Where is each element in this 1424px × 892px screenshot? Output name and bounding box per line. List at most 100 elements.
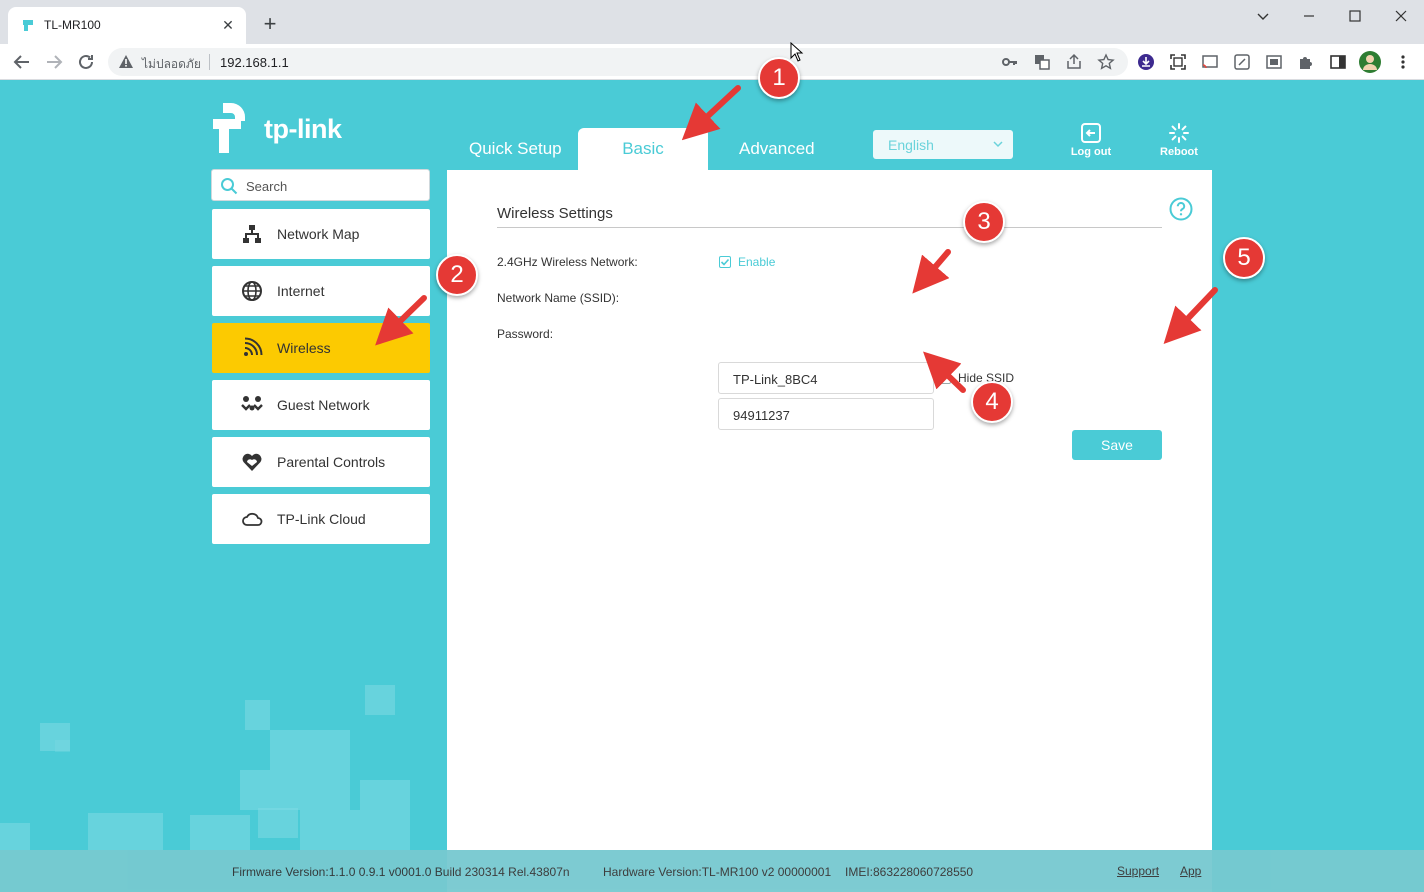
app-link[interactable]: App bbox=[1180, 864, 1201, 878]
reload-icon[interactable] bbox=[74, 50, 98, 74]
sidebar-item-wireless[interactable]: Wireless bbox=[212, 323, 430, 373]
globe-icon bbox=[242, 281, 262, 301]
more-menu-icon[interactable] bbox=[1394, 53, 1412, 71]
close-window-icon[interactable] bbox=[1390, 6, 1412, 26]
logout-icon bbox=[1081, 123, 1101, 143]
footer: Firmware Version:1.1.0 0.9.1 v0001.0 Bui… bbox=[0, 850, 1424, 892]
logout-button[interactable]: Log out bbox=[1061, 122, 1121, 162]
ssid-label: Network Name (SSID): bbox=[497, 291, 620, 305]
password-label: Password: bbox=[497, 327, 554, 341]
sidebar-item-tp-link-cloud[interactable]: TP-Link Cloud bbox=[212, 494, 430, 544]
sidebar-item-guest-network[interactable]: Guest Network bbox=[212, 380, 430, 430]
band-label: 2.4GHz Wireless Network: bbox=[497, 255, 638, 269]
capture-extension-icon[interactable] bbox=[1265, 53, 1283, 71]
search-box bbox=[211, 169, 430, 201]
divider bbox=[209, 54, 210, 70]
back-icon[interactable] bbox=[10, 50, 34, 74]
password-input[interactable] bbox=[733, 406, 923, 424]
maximize-icon[interactable] bbox=[1344, 6, 1366, 26]
reboot-label: Reboot bbox=[1160, 146, 1198, 158]
decor-square bbox=[300, 810, 360, 850]
decor-square bbox=[55, 740, 70, 752]
network-map-icon bbox=[243, 225, 261, 243]
annotation-badge-3: 3 bbox=[963, 201, 1005, 243]
new-tab-button[interactable]: + bbox=[258, 13, 282, 37]
enable-checkbox[interactable] bbox=[719, 256, 731, 268]
side-panel-icon[interactable] bbox=[1329, 53, 1347, 71]
bookmark-star-icon[interactable] bbox=[1097, 53, 1115, 71]
key-icon[interactable] bbox=[1001, 53, 1019, 71]
cast-icon[interactable] bbox=[1201, 53, 1219, 71]
decor-square bbox=[258, 808, 298, 838]
download-extension-icon[interactable] bbox=[1137, 53, 1155, 71]
address-bar[interactable]: ไม่ปลอดภัย 192.168.1.1 bbox=[108, 48, 1128, 76]
forward-icon[interactable] bbox=[42, 50, 66, 74]
tab-basic[interactable]: Basic bbox=[578, 128, 708, 170]
browser-tab[interactable]: TL-MR100 ✕ bbox=[8, 7, 246, 44]
language-value: English bbox=[888, 137, 934, 153]
translate-icon[interactable] bbox=[1033, 53, 1051, 71]
tab-basic-label: Basic bbox=[622, 139, 664, 158]
reboot-icon bbox=[1169, 123, 1189, 143]
annotation-badge-5: 5 bbox=[1223, 237, 1265, 279]
tab-title: TL-MR100 bbox=[44, 18, 101, 32]
decor-square bbox=[365, 685, 395, 715]
support-link[interactable]: Support bbox=[1117, 864, 1159, 878]
not-secure-label[interactable]: ไม่ปลอดภัย bbox=[142, 55, 201, 74]
sidebar-item-label: TP-Link Cloud bbox=[277, 511, 366, 527]
logout-label: Log out bbox=[1070, 146, 1112, 158]
browser-tab-strip: TL-MR100 ✕ + bbox=[0, 0, 1424, 44]
sidebar-item-label: Network Map bbox=[277, 226, 360, 242]
help-icon[interactable] bbox=[1169, 197, 1193, 221]
logo-text: tp-link bbox=[264, 114, 342, 144]
wireless-icon bbox=[244, 337, 263, 356]
reboot-button[interactable]: Reboot bbox=[1149, 122, 1209, 162]
divider bbox=[497, 227, 1162, 228]
avatar[interactable] bbox=[1359, 51, 1381, 73]
save-button[interactable]: Save bbox=[1072, 430, 1162, 460]
language-select[interactable]: English bbox=[873, 130, 1013, 159]
ssid-field bbox=[718, 362, 934, 394]
checkmark-icon bbox=[720, 258, 730, 266]
share-icon[interactable] bbox=[1065, 53, 1083, 71]
tab-quick-setup[interactable]: Quick Setup bbox=[469, 139, 562, 159]
decor-square bbox=[0, 823, 30, 850]
sidebar-item-parental-controls[interactable]: Parental Controls bbox=[212, 437, 430, 487]
decor-square bbox=[245, 700, 270, 730]
hide-ssid-checkbox[interactable] bbox=[939, 372, 951, 384]
url-text[interactable]: 192.168.1.1 bbox=[220, 55, 289, 70]
sidebar-item-network-map[interactable]: Network Map bbox=[212, 209, 430, 259]
mouse-cursor-icon bbox=[790, 42, 804, 62]
decor-square bbox=[270, 730, 350, 810]
search-input[interactable] bbox=[246, 176, 416, 196]
password-field bbox=[718, 398, 934, 430]
sidebar-item-label: Parental Controls bbox=[277, 454, 386, 470]
sidebar-item-internet[interactable]: Internet bbox=[212, 266, 430, 316]
chevron-down-icon bbox=[993, 141, 1003, 148]
screenshot-icon[interactable] bbox=[1169, 53, 1187, 71]
tp-link-logo[interactable]: tp-link bbox=[211, 101, 351, 153]
annotation-badge-1: 1 bbox=[758, 57, 800, 99]
close-tab-icon[interactable]: ✕ bbox=[218, 15, 238, 35]
ssid-input[interactable] bbox=[733, 370, 923, 388]
edit-extension-icon[interactable] bbox=[1233, 53, 1251, 71]
sidebar-item-label: Guest Network bbox=[277, 397, 370, 413]
wireless-settings-panel: Wireless Settings 2.4GHz Wireless Networ… bbox=[447, 170, 1212, 892]
enable-label[interactable]: Enable bbox=[738, 255, 775, 269]
cloud-icon bbox=[242, 512, 263, 526]
firmware-version: Firmware Version:1.1.0 0.9.1 v0001.0 Bui… bbox=[232, 865, 570, 879]
decor-square bbox=[240, 770, 270, 810]
extensions-puzzle-icon[interactable] bbox=[1297, 53, 1315, 71]
imei: IMEI:863228060728550 bbox=[845, 865, 974, 879]
minimize-icon[interactable] bbox=[1298, 6, 1320, 26]
tab-advanced[interactable]: Advanced bbox=[739, 139, 815, 159]
decor-square bbox=[360, 780, 410, 850]
tab-search-icon[interactable] bbox=[1252, 6, 1274, 26]
search-icon bbox=[221, 178, 238, 195]
parental-controls-icon bbox=[242, 453, 262, 471]
warning-icon[interactable] bbox=[118, 54, 134, 70]
hardware-version: Hardware Version:TL-MR100 v2 00000001 bbox=[603, 865, 832, 879]
decor-square bbox=[190, 815, 250, 850]
decor-square bbox=[88, 813, 163, 850]
router-admin-page: tp-link Quick Setup Basic Advanced Engli… bbox=[0, 80, 1424, 892]
